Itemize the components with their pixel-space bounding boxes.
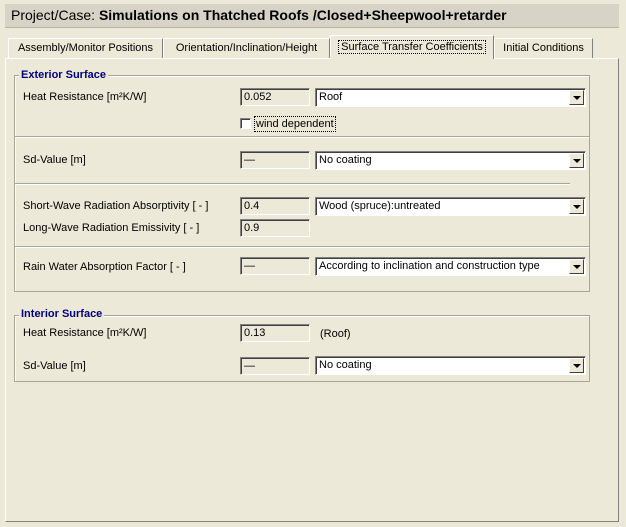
tab-surface-transfer-coefficients[interactable]: Surface Transfer Coefficients — [330, 35, 494, 59]
exterior-surface-title: Exterior Surface — [19, 69, 108, 82]
project-case-title: Project/Case: Simulations on Thatched Ro… — [5, 4, 619, 28]
ext-sd-value-label: Sd-Value [m] — [23, 154, 86, 166]
short-wave-label: Short-Wave Radiation Absorptivity [ - ] — [23, 200, 209, 212]
tab-initial-conditions[interactable]: Initial Conditions — [494, 38, 593, 58]
chevron-down-icon[interactable] — [569, 358, 584, 373]
ext-heat-resistance-value[interactable]: 0.052 — [240, 88, 310, 106]
ext-heat-resistance-select[interactable]: Roof — [315, 88, 586, 107]
ext-sd-value-selected: No coating — [319, 154, 372, 166]
project-case-prefix: Project/Case: — [11, 7, 96, 23]
tab-bar: Assembly/Monitor Positions Orientation/I… — [5, 35, 619, 59]
ext-heat-resistance-selected: Roof — [319, 91, 343, 103]
short-wave-select[interactable]: Wood (spruce):untreated — [315, 197, 586, 216]
int-sd-value-label: Sd-Value [m] — [23, 360, 86, 372]
ext-sd-value-select[interactable]: No coating — [315, 151, 586, 170]
long-wave-label: Long-Wave Radiation Emissivity [ - ] — [23, 222, 200, 234]
interior-surface-title: Interior Surface — [19, 308, 105, 321]
divider — [15, 136, 589, 138]
chevron-down-icon[interactable] — [569, 90, 584, 105]
short-wave-selected: Wood (spruce):untreated — [319, 200, 441, 212]
int-heat-resistance-label: Heat Resistance [m²K/W] — [23, 327, 147, 339]
divider — [15, 183, 570, 185]
ext-heat-resistance-label: Heat Resistance [m²K/W] — [23, 91, 147, 103]
divider — [15, 246, 589, 248]
int-heat-resistance-note: (Roof) — [320, 328, 351, 340]
ext-sd-value-value[interactable]: — — [240, 151, 310, 169]
int-sd-value-selected: No coating — [319, 359, 372, 371]
tab-assembly-monitor-positions[interactable]: Assembly/Monitor Positions — [8, 38, 163, 58]
chevron-down-icon[interactable] — [569, 153, 584, 168]
case-name: Simulations on Thatched Roofs /Closed+Sh… — [98, 7, 507, 23]
rain-absorption-label: Rain Water Absorption Factor [ - ] — [23, 261, 186, 273]
tab-orientation-inclination-height[interactable]: Orientation/Inclination/Height — [163, 38, 330, 58]
rain-absorption-value[interactable]: — — [240, 257, 310, 275]
int-sd-value-value[interactable]: — — [240, 357, 310, 375]
int-heat-resistance-value[interactable]: 0.13 — [240, 324, 310, 342]
wind-dependent-label[interactable]: wind dependent — [254, 116, 336, 132]
int-sd-value-select[interactable]: No coating — [315, 356, 586, 375]
chevron-down-icon[interactable] — [569, 259, 584, 274]
long-wave-value[interactable]: 0.9 — [240, 219, 310, 237]
short-wave-value[interactable]: 0.4 — [240, 197, 310, 215]
rain-absorption-selected: According to inclination and constructio… — [319, 260, 540, 272]
rain-absorption-select[interactable]: According to inclination and constructio… — [315, 257, 586, 276]
chevron-down-icon[interactable] — [569, 199, 584, 214]
wind-dependent-checkbox[interactable] — [240, 118, 251, 129]
